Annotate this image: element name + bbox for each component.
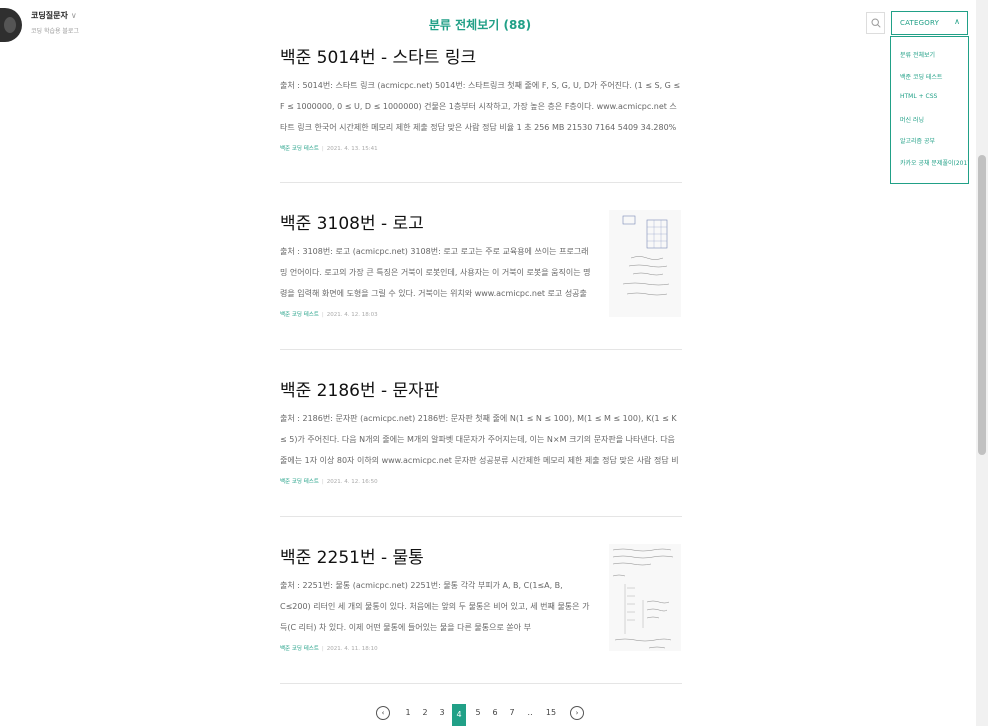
page-title: 분류 전체보기 (88) (428, 18, 532, 32)
post-summary: 출처 : 5014번: 스타트 링크 (acmicpc.net) 5014번: … (280, 81, 681, 132)
post-summary: 출처 : 2251번: 물통 (acmicpc.net) 2251번: 물통 각… (280, 581, 590, 632)
blog-header: 코딩질문자 ∨ 코딩 학습용 블로그 분류 전체보기 (88) CATEGORY … (0, 0, 976, 48)
post-title[interactable]: 백준 3108번 - 로고 (280, 213, 600, 235)
post-date: 2021. 4. 12. 16:50 (326, 479, 378, 485)
post-title[interactable]: 백준 2251번 - 물통 (280, 547, 600, 569)
page-link[interactable]: 5 (472, 708, 484, 717)
search-icon (870, 18, 881, 28)
category-item-machine-learning[interactable]: 머신 러닝 (891, 115, 968, 137)
category-item-kakao[interactable]: 카카오 공채 문제풀이(2017) (891, 158, 968, 180)
post-meta: 백준 코딩 테스트 | 2021. 4. 12. 16:50 (280, 479, 378, 485)
category-item-html-css[interactable]: HTML + CSS (891, 93, 968, 115)
search-button[interactable] (866, 12, 885, 34)
post-category[interactable]: 백준 코딩 테스트 (280, 479, 319, 485)
post-meta: 백준 코딩 테스트 | 2021. 4. 13. 15:41 (280, 146, 378, 152)
scrollbar-thumb[interactable] (978, 155, 986, 455)
page-link-current[interactable]: 4 (452, 704, 466, 726)
category-item-algorithm[interactable]: 알고리즘 공부 (891, 136, 968, 158)
blog-name: 코딩질문자 (31, 11, 68, 20)
blog-avatar[interactable] (0, 8, 22, 42)
post-item[interactable]: 백준 2186번 - 문자판 출처 : 2186번: 문자판 (acmicpc.… (280, 380, 682, 485)
page-link[interactable]: 3 (436, 708, 448, 717)
divider (280, 516, 682, 517)
blog-name-menu[interactable]: 코딩질문자 ∨ (31, 10, 77, 21)
post-category[interactable]: 백준 코딩 테스트 (280, 646, 319, 652)
page-scrollbar[interactable] (976, 0, 988, 726)
category-item-all[interactable]: 분류 전체보기 (891, 50, 968, 72)
category-toggle-button[interactable]: CATEGORY ∧ (891, 11, 968, 35)
post-thumbnail[interactable] (609, 210, 681, 317)
post-date: 2021. 4. 13. 15:41 (326, 146, 378, 152)
post-summary: 출처 : 2186번: 문자판 (acmicpc.net) 2186번: 문자판… (280, 414, 679, 465)
divider (280, 182, 682, 183)
chevron-down-icon: ∨ (70, 11, 77, 20)
pagination: ‹ 1 2 3 4 5 6 7 ‥ 15 › (370, 704, 600, 726)
handwritten-notes-image (612, 548, 674, 649)
post-title[interactable]: 백준 5014번 - 스타트 링크 (280, 47, 682, 69)
page-link[interactable]: 7 (506, 708, 518, 717)
post-thumbnail[interactable] (609, 544, 681, 651)
page-link[interactable]: 15 (543, 708, 559, 717)
post-item[interactable]: 백준 5014번 - 스타트 링크 출처 : 5014번: 스타트 링크 (ac… (280, 47, 682, 152)
page-link[interactable]: 2 (419, 708, 431, 717)
category-item-baekjoon[interactable]: 백준 코딩 테스트 (891, 72, 968, 94)
post-date: 2021. 4. 11. 18:10 (326, 646, 378, 652)
handwritten-notes-image (622, 215, 670, 296)
post-category[interactable]: 백준 코딩 테스트 (280, 146, 319, 152)
page-link[interactable]: 1 (402, 708, 414, 717)
next-page-button[interactable]: › (570, 706, 584, 720)
divider (280, 349, 682, 350)
chevron-up-icon: ∧ (954, 17, 960, 26)
category-label: CATEGORY (900, 19, 940, 27)
blog-subtitle: 코딩 학습용 블로그 (31, 28, 79, 35)
page-link[interactable]: 6 (489, 708, 501, 717)
post-title[interactable]: 백준 2186번 - 문자판 (280, 380, 682, 402)
post-date: 2021. 4. 12. 18:03 (326, 312, 378, 318)
divider (280, 683, 682, 684)
post-summary: 출처 : 3108번: 로고 (acmicpc.net) 3108번: 로고 로… (280, 247, 591, 298)
post-category[interactable]: 백준 코딩 테스트 (280, 312, 319, 318)
category-dropdown: 분류 전체보기 백준 코딩 테스트 HTML + CSS 머신 러닝 알고리즘 … (890, 36, 969, 184)
page-ellipsis: ‥ (527, 708, 533, 717)
prev-page-button[interactable]: ‹ (376, 706, 390, 720)
